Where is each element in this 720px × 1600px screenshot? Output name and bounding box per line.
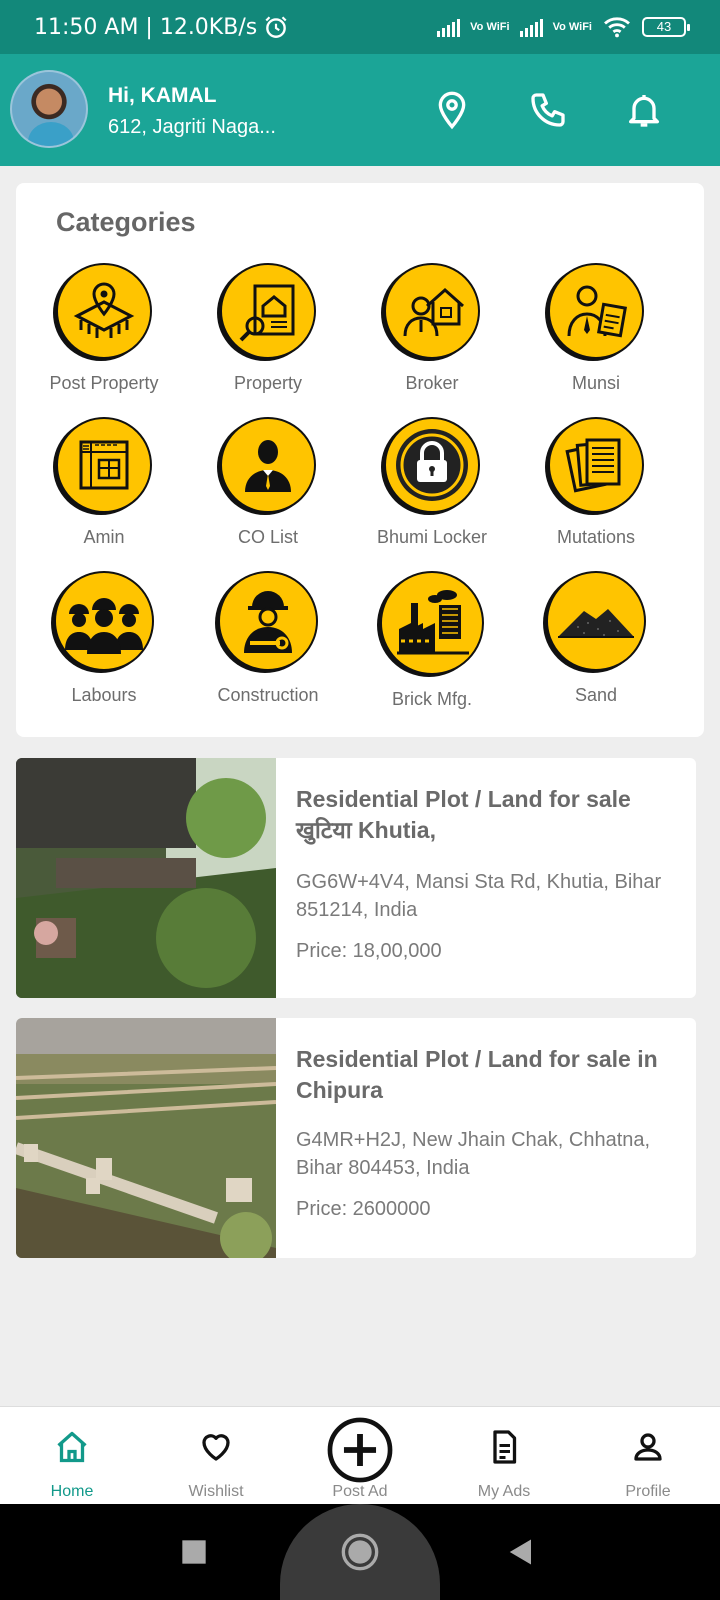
listing-image bbox=[16, 758, 276, 998]
nav-label: Profile bbox=[625, 1483, 671, 1500]
listing-location: G4MR+H2J, New Jhain Chak, Chhatna, Bihar… bbox=[296, 1129, 651, 1179]
back-button[interactable] bbox=[506, 1537, 536, 1567]
category-label: Bhumi Locker bbox=[376, 527, 488, 547]
listing-image bbox=[16, 1018, 276, 1258]
category-amin[interactable]: Amin bbox=[24, 417, 184, 548]
nav-home[interactable]: Home bbox=[12, 1407, 132, 1505]
property-search-icon bbox=[220, 263, 316, 359]
listing-price: Price: 2600000 bbox=[296, 1198, 431, 1220]
category-label: Construction bbox=[217, 685, 319, 705]
phone-icon[interactable] bbox=[528, 90, 568, 130]
category-labours[interactable]: Labours bbox=[24, 571, 184, 706]
status-bar: 11:50 AM | 12.0KB/s Vo WiFi Vo WiFi 43 bbox=[0, 0, 720, 54]
nav-label: Wishlist bbox=[188, 1483, 244, 1500]
user-address[interactable]: 612, Jagriti Naga... bbox=[108, 116, 276, 139]
category-label: Property bbox=[233, 373, 303, 393]
category-mutations[interactable]: Mutations bbox=[516, 417, 676, 548]
broker-house-icon bbox=[384, 263, 480, 359]
categories-title: Categories bbox=[56, 207, 196, 237]
categories-card: Categories Post Property Property Broker… bbox=[16, 183, 704, 737]
plus-circle-icon bbox=[327, 1417, 393, 1483]
clerk-document-icon bbox=[548, 263, 644, 359]
listing-location: GG6W+4V4, Mansi Sta Rd, Khutia, Bihar 85… bbox=[296, 871, 662, 921]
vowifi-label: Vo WiFi bbox=[552, 21, 592, 33]
category-label: Mutations bbox=[556, 527, 636, 547]
sand-pile-icon bbox=[546, 571, 646, 671]
map-pin-land-icon bbox=[56, 263, 152, 359]
category-post-property[interactable]: Post Property bbox=[24, 263, 184, 394]
nav-my-ads[interactable]: My Ads bbox=[444, 1407, 564, 1505]
category-sand[interactable]: Sand bbox=[516, 571, 676, 706]
category-broker[interactable]: Broker bbox=[352, 263, 512, 394]
nav-label: My Ads bbox=[477, 1483, 531, 1500]
category-label: Sand bbox=[574, 685, 618, 705]
category-label: Post Property bbox=[49, 373, 159, 393]
category-label: Amin bbox=[83, 527, 125, 547]
greeting: Hi, KAMAL bbox=[108, 84, 217, 107]
category-co-list[interactable]: CO List bbox=[188, 417, 348, 548]
battery-icon: 43 bbox=[642, 17, 690, 37]
nav-wishlist[interactable]: Wishlist bbox=[156, 1407, 276, 1505]
app-header: Hi, KAMAL 612, Jagriti Naga... bbox=[0, 54, 720, 166]
nav-label: Home bbox=[50, 1483, 94, 1500]
signal-icon bbox=[437, 17, 461, 37]
construction-worker-icon bbox=[218, 571, 318, 671]
home-icon bbox=[57, 1431, 87, 1463]
category-label: Brick Mfg. bbox=[391, 689, 472, 709]
workers-icon bbox=[54, 571, 154, 671]
bottom-nav: Home Wishlist Post Ad My Ads Profile bbox=[0, 1406, 720, 1504]
category-label: Munsi bbox=[571, 373, 620, 393]
lock-icon bbox=[384, 417, 480, 513]
status-time: 11:50 AM | 12.0KB/s bbox=[34, 14, 258, 40]
user-icon bbox=[634, 1433, 662, 1461]
category-label: Labours bbox=[71, 685, 137, 705]
listing-card[interactable]: Residential Plot / Land for sale in Chip… bbox=[16, 1018, 696, 1258]
nav-label: Post Ad bbox=[332, 1483, 388, 1500]
listing-title: Residential Plot / Land for sale खुटिया … bbox=[296, 786, 631, 843]
avatar[interactable] bbox=[10, 70, 88, 148]
signal-icon bbox=[519, 17, 543, 37]
home-button[interactable] bbox=[340, 1532, 380, 1572]
document-icon bbox=[493, 1430, 517, 1464]
survey-map-icon bbox=[56, 417, 152, 513]
listing-card[interactable]: Residential Plot / Land for sale खुटिया … bbox=[16, 758, 696, 998]
category-brick-mfg[interactable]: Brick Mfg. bbox=[352, 571, 512, 710]
alarm-icon bbox=[265, 16, 287, 38]
nav-post-ad[interactable]: Post Ad bbox=[300, 1407, 420, 1505]
bell-icon[interactable] bbox=[624, 90, 664, 130]
heart-icon bbox=[202, 1434, 230, 1461]
category-label: CO List bbox=[237, 527, 298, 547]
factory-icon bbox=[380, 571, 484, 675]
category-munsi[interactable]: Munsi bbox=[516, 263, 676, 394]
vowifi-label: Vo WiFi bbox=[470, 21, 510, 33]
documents-icon bbox=[548, 417, 644, 513]
listing-price: Price: 18,00,000 bbox=[296, 940, 442, 962]
system-nav-bar bbox=[0, 1504, 720, 1600]
nav-profile[interactable]: Profile bbox=[588, 1407, 708, 1505]
wifi-icon bbox=[604, 17, 630, 38]
category-construction[interactable]: Construction bbox=[188, 571, 348, 706]
location-icon[interactable] bbox=[432, 90, 472, 130]
officer-icon bbox=[220, 417, 316, 513]
listing-title: Residential Plot / Land for sale in Chip… bbox=[296, 1046, 658, 1103]
category-property[interactable]: Property bbox=[188, 263, 348, 394]
recents-button[interactable] bbox=[180, 1538, 208, 1566]
category-bhumi-locker[interactable]: Bhumi Locker bbox=[352, 417, 512, 548]
category-label: Broker bbox=[405, 373, 459, 393]
